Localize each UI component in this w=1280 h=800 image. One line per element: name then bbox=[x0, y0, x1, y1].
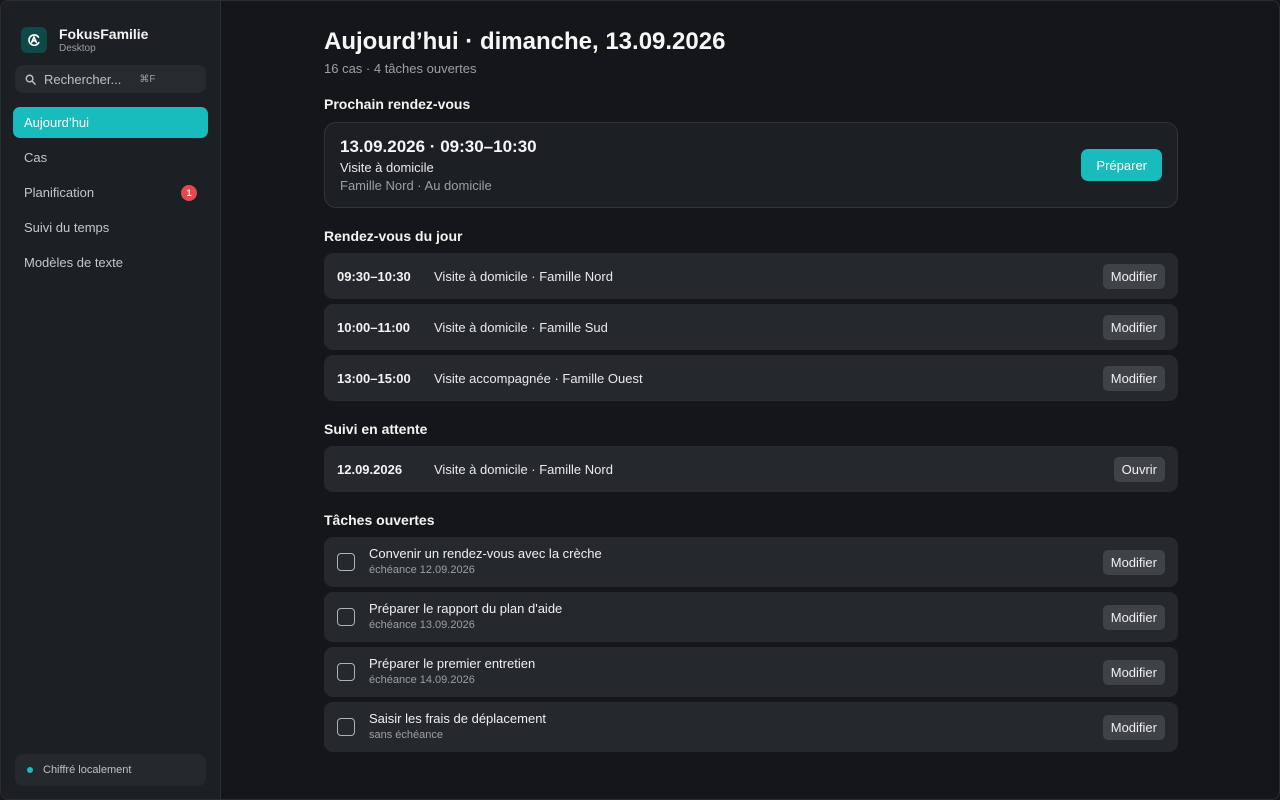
section-title-tasks: Tâches ouvertes bbox=[324, 512, 435, 528]
appointment-time: 09:30–10:30 bbox=[337, 268, 411, 284]
app-logo-icon bbox=[21, 27, 47, 53]
main-content: Aujourd’hui · dimanche, 13.09.2026 16 ca… bbox=[221, 1, 1279, 799]
search-placeholder: Rechercher... bbox=[44, 71, 122, 87]
followup-date: 12.09.2026 bbox=[337, 461, 403, 477]
task-checkbox[interactable] bbox=[337, 553, 355, 571]
page-subtitle: 16 cas · 4 tâches ouvertes bbox=[324, 61, 477, 76]
sidebar-item-label: Modèles de texte bbox=[24, 255, 124, 270]
app-name: FokusFamilie bbox=[59, 25, 149, 42]
status-dot-icon bbox=[27, 767, 33, 773]
edit-button[interactable]: Modifier bbox=[1102, 315, 1165, 340]
edit-button[interactable]: Modifier bbox=[1102, 366, 1165, 391]
search-input[interactable]: Rechercher... ⌘F bbox=[15, 65, 206, 93]
sidebar-item-cases[interactable]: Cas bbox=[13, 142, 208, 173]
task-due: échéance 13.09.2026 bbox=[369, 619, 475, 631]
task-due: échéance 14.09.2026 bbox=[369, 674, 475, 686]
task-due: échéance 12.09.2026 bbox=[369, 564, 475, 576]
next-appointment-card: 13.09.2026 · 09:30–10:30 Visite à domici… bbox=[324, 122, 1178, 208]
followup-row: 12.09.2026 Visite à domicile · Famille N… bbox=[324, 446, 1178, 492]
sidebar-item-label: Aujourd’hui bbox=[24, 115, 90, 130]
sidebar-item-planning[interactable]: Planification 1 bbox=[13, 177, 208, 208]
appointment-row: 10:00–11:00 Visite à domicile · Famille … bbox=[324, 304, 1178, 350]
section-title-next-appointment: Prochain rendez-vous bbox=[324, 96, 471, 112]
edit-button[interactable]: Modifier bbox=[1102, 550, 1165, 575]
app-subtitle: Desktop bbox=[59, 42, 96, 54]
sidebar-item-time-tracking[interactable]: Suivi du temps bbox=[13, 212, 208, 243]
sidebar: FokusFamilie Desktop Rechercher... ⌘F Au… bbox=[1, 1, 221, 799]
encryption-status-label: Chiffré localement bbox=[43, 764, 132, 776]
section-title-appointments: Rendez-vous du jour bbox=[324, 228, 463, 244]
task-row: Préparer le rapport du plan d'aide échéa… bbox=[324, 592, 1178, 642]
followups-list: 12.09.2026 Visite à domicile · Famille N… bbox=[324, 446, 1178, 492]
task-checkbox[interactable] bbox=[337, 663, 355, 681]
appointment-time: 13:00–15:00 bbox=[337, 370, 411, 386]
appointment-desc: Visite à domicile · Famille Nord bbox=[434, 268, 613, 284]
sidebar-item-label: Cas bbox=[24, 150, 48, 165]
task-title: Saisir les frais de déplacement bbox=[369, 711, 547, 726]
next-appointment-type: Visite à domicile bbox=[340, 160, 434, 175]
task-row: Préparer le premier entretien échéance 1… bbox=[324, 647, 1178, 697]
app-window: FokusFamilie Desktop Rechercher... ⌘F Au… bbox=[0, 0, 1280, 800]
prepare-button[interactable]: Préparer bbox=[1081, 149, 1162, 181]
appointment-time: 10:00–11:00 bbox=[337, 319, 411, 335]
edit-button[interactable]: Modifier bbox=[1102, 715, 1165, 740]
task-checkbox[interactable] bbox=[337, 718, 355, 736]
edit-button[interactable]: Modifier bbox=[1102, 264, 1165, 289]
task-title: Préparer le rapport du plan d'aide bbox=[369, 601, 563, 616]
edit-button[interactable]: Modifier bbox=[1102, 660, 1165, 685]
search-icon bbox=[25, 74, 36, 85]
task-row: Saisir les frais de déplacement sans éch… bbox=[324, 702, 1178, 752]
open-button[interactable]: Ouvrir bbox=[1113, 457, 1165, 482]
task-checkbox[interactable] bbox=[337, 608, 355, 626]
followup-desc: Visite à domicile · Famille Nord bbox=[434, 461, 613, 477]
sidebar-item-text-templates[interactable]: Modèles de texte bbox=[13, 247, 208, 278]
appointment-desc: Visite accompagnée · Famille Ouest bbox=[434, 370, 643, 386]
sidebar-nav: Aujourd’hui Cas Planification 1 Suivi du… bbox=[1, 107, 220, 278]
tasks-list: Convenir un rendez-vous avec la crèche é… bbox=[324, 537, 1178, 752]
edit-button[interactable]: Modifier bbox=[1102, 605, 1165, 630]
next-appointment-place: Famille Nord · Au domicile bbox=[340, 178, 492, 193]
section-title-followups: Suivi en attente bbox=[324, 421, 428, 437]
sidebar-item-label: Suivi du temps bbox=[24, 220, 110, 235]
page-title: Aujourd’hui · dimanche, 13.09.2026 bbox=[324, 28, 726, 55]
task-row: Convenir un rendez-vous avec la crèche é… bbox=[324, 537, 1178, 587]
next-appointment-time: 13.09.2026 · 09:30–10:30 bbox=[340, 137, 537, 156]
appointments-list: 09:30–10:30 Visite à domicile · Famille … bbox=[324, 253, 1178, 401]
sidebar-item-today[interactable]: Aujourd’hui bbox=[13, 107, 208, 138]
encryption-status: Chiffré localement bbox=[15, 754, 206, 786]
task-title: Convenir un rendez-vous avec la crèche bbox=[369, 546, 602, 561]
appointment-desc: Visite à domicile · Famille Sud bbox=[434, 319, 608, 335]
sidebar-item-label: Planification bbox=[24, 185, 95, 200]
task-due: sans échéance bbox=[369, 729, 443, 741]
brand: FokusFamilie Desktop bbox=[1, 1, 220, 59]
task-title: Préparer le premier entretien bbox=[369, 656, 536, 671]
search-shortcut: ⌘F bbox=[139, 73, 156, 85]
appointment-row: 09:30–10:30 Visite à domicile · Famille … bbox=[324, 253, 1178, 299]
notification-badge: 1 bbox=[181, 185, 197, 201]
appointment-row: 13:00–15:00 Visite accompagnée · Famille… bbox=[324, 355, 1178, 401]
